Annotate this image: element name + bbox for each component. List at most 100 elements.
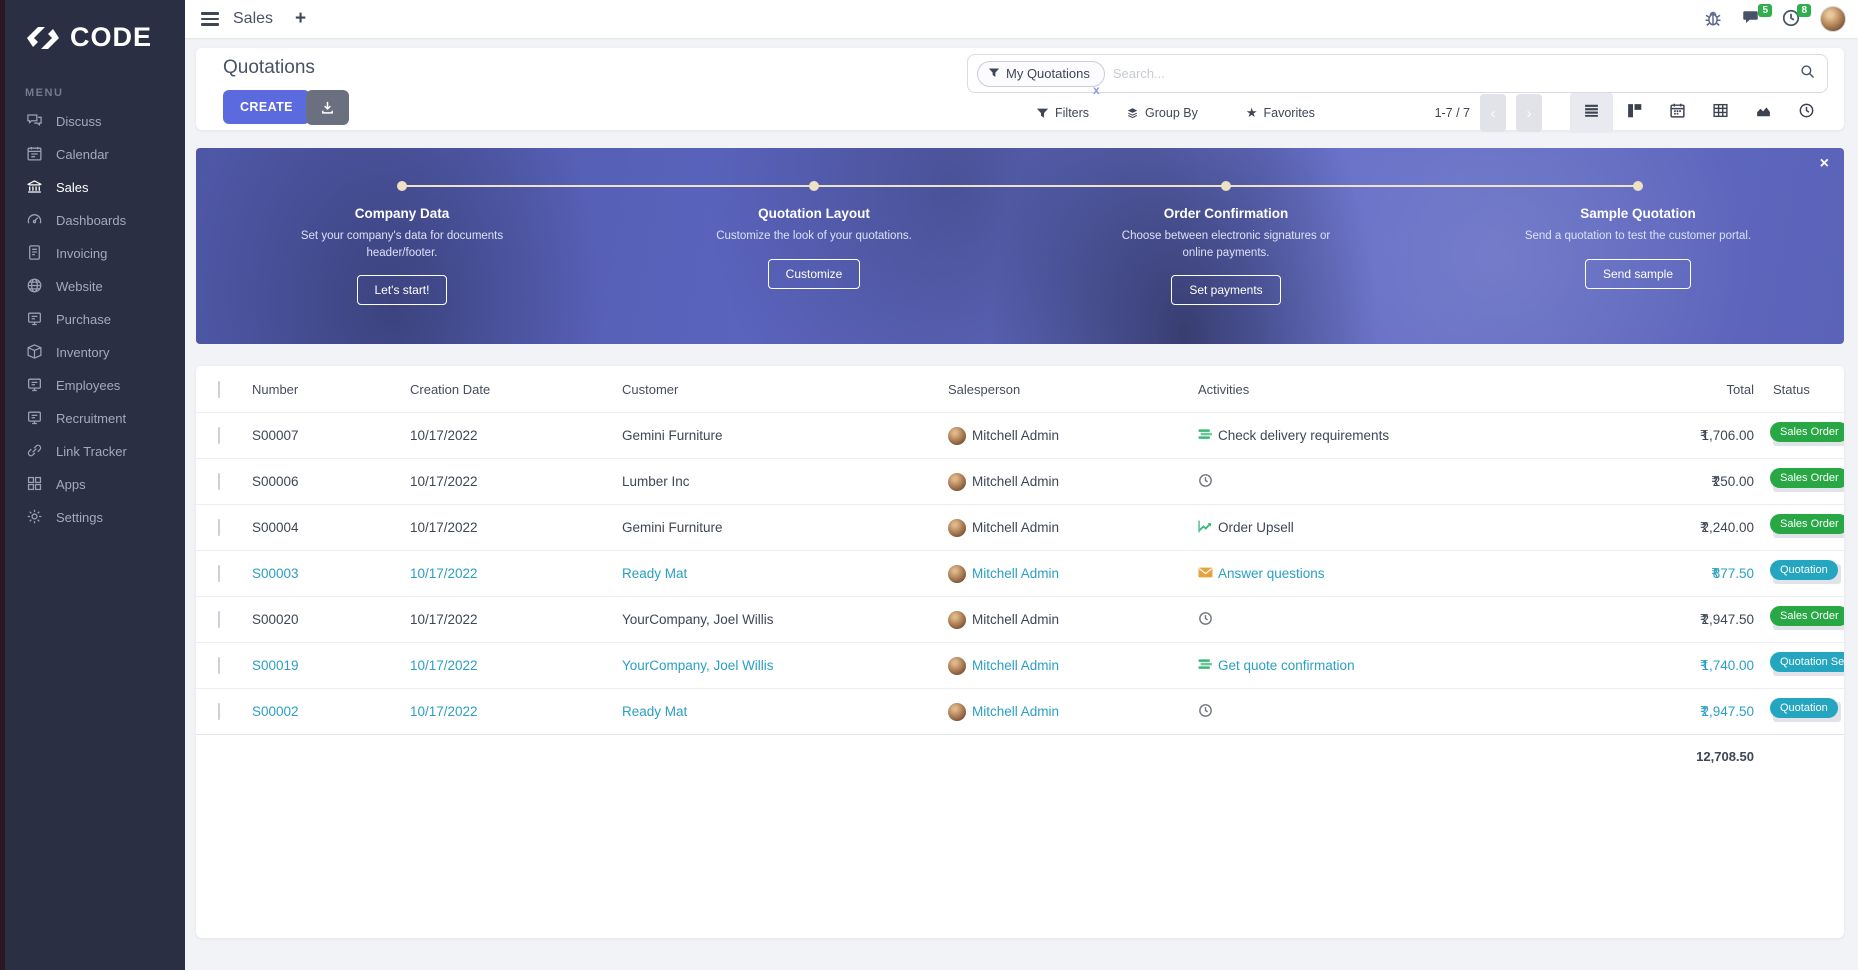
row-checkbox[interactable] (218, 473, 220, 490)
row-checkbox[interactable] (218, 427, 220, 444)
sidebar-item-website[interactable]: Website (5, 270, 185, 303)
export-button[interactable] (306, 90, 349, 125)
row-checkbox[interactable] (218, 519, 220, 536)
search-bar[interactable]: My Quotations x Search... (967, 54, 1828, 93)
sidebar-item-dashboards[interactable]: Dashboards (5, 204, 185, 237)
filter-funnel-icon (988, 67, 1000, 79)
messages-icon[interactable]: 5 (1742, 8, 1764, 30)
view-kanban-button[interactable] (1613, 93, 1656, 133)
salesperson-name: Mitchell Admin (972, 428, 1059, 443)
invoice-icon (26, 244, 43, 264)
sidebar-item-employees[interactable]: Employees (5, 369, 185, 402)
select-all-checkbox[interactable] (218, 381, 220, 398)
total-amount: ₹2,240.00 (1594, 520, 1754, 536)
control-panel-bottom: Filters Group By ★ Favorites 1-7 / 7 ‹ › (1036, 98, 1828, 128)
sidebar-item-recruitment[interactable]: Recruitment (5, 402, 185, 435)
timeline-dot (397, 181, 407, 191)
filters-button[interactable]: Filters (1036, 106, 1089, 120)
view-calendar-button[interactable] (1656, 93, 1699, 133)
view-activity-button[interactable] (1785, 93, 1828, 133)
row-checkbox[interactable] (218, 657, 220, 674)
table-footer-row: 12,708.50 (196, 734, 1844, 778)
sidebar-item-label: Calendar (56, 147, 109, 162)
sidebar-item-invoicing[interactable]: Invoicing (5, 237, 185, 270)
row-checkbox[interactable] (218, 703, 220, 720)
create-button[interactable]: CREATE (223, 90, 310, 124)
activity-cell[interactable]: Check delivery requirements (1198, 427, 1594, 445)
column-header-number[interactable]: Number (252, 382, 410, 397)
favorites-button[interactable]: ★ Favorites (1246, 105, 1315, 121)
quotation-row-S00020[interactable]: S0002010/17/2022YourCompany, Joel Willis… (196, 596, 1844, 642)
sidebar-item-discuss[interactable]: Discuss (5, 105, 185, 138)
group-by-button[interactable]: Group By (1126, 106, 1198, 120)
activity-cell[interactable] (1198, 611, 1594, 629)
quotation-row-S00006[interactable]: S0000610/17/2022Lumber IncMitchell Admin… (196, 458, 1844, 504)
screen-icon (26, 376, 43, 396)
sidebar-item-calendar[interactable]: Calendar (5, 138, 185, 171)
sidebar-item-link-tracker[interactable]: Link Tracker (5, 435, 185, 468)
activity-cell[interactable] (1198, 703, 1594, 721)
step-action-button[interactable]: Let's start! (357, 275, 448, 305)
sidebar-item-label: Link Tracker (56, 444, 127, 459)
column-header-customer[interactable]: Customer (622, 382, 948, 397)
active-module-name[interactable]: Sales (233, 10, 273, 28)
customer-name: YourCompany, Joel Willis (622, 612, 948, 627)
sidebar-item-sales[interactable]: Sales (5, 171, 185, 204)
sidebar-item-label: Invoicing (56, 246, 107, 261)
search-icon[interactable] (1800, 64, 1815, 84)
pagination: 1-7 / 7 ‹ › (1435, 94, 1542, 132)
activities-clock-icon[interactable]: 8 (1781, 8, 1803, 30)
app-logo[interactable]: CODE (5, 0, 185, 53)
debug-bug-icon[interactable] (1703, 8, 1725, 30)
quotation-row-S00004[interactable]: S0000410/17/2022Gemini FurnitureMitchell… (196, 504, 1844, 550)
view-pivot-button[interactable] (1699, 93, 1742, 133)
quotation-number: S00007 (252, 428, 410, 443)
pivot-view-icon (1712, 102, 1729, 124)
column-header-salesperson[interactable]: Salesperson (948, 382, 1198, 397)
sidebar-item-apps[interactable]: Apps (5, 468, 185, 501)
clock-icon (1198, 611, 1213, 629)
column-header-activities[interactable]: Activities (1198, 382, 1594, 397)
sidebar-item-purchase[interactable]: Purchase (5, 303, 185, 336)
timeline-dot (1221, 181, 1231, 191)
column-header-status[interactable]: Status (1773, 382, 1810, 397)
step-action-button[interactable]: Set payments (1171, 275, 1280, 305)
column-header-creation-date[interactable]: Creation Date (410, 382, 622, 397)
step-action-button[interactable]: Send sample (1585, 259, 1691, 289)
view-graph-button[interactable] (1742, 93, 1785, 133)
row-checkbox[interactable] (218, 611, 220, 628)
creation-date: 10/17/2022 (410, 520, 622, 535)
activity-label: Check delivery requirements (1218, 428, 1389, 443)
user-avatar[interactable] (1820, 6, 1846, 32)
pagination-prev-button[interactable]: ‹ (1480, 94, 1506, 132)
sidebar-item-settings[interactable]: Settings (5, 501, 185, 534)
activity-cell[interactable]: Answer questions (1198, 565, 1594, 583)
pagination-next-button[interactable]: › (1516, 94, 1542, 132)
status-badge: Quotation Sent (1770, 652, 1844, 672)
facet-remove-icon[interactable]: x (1093, 83, 1100, 97)
calendar-view-icon (1669, 102, 1686, 124)
sidebar-item-inventory[interactable]: Inventory (5, 336, 185, 369)
salesperson-avatar (948, 703, 966, 721)
activity-cell[interactable]: Order Upsell (1198, 519, 1594, 537)
view-list-button[interactable] (1570, 93, 1613, 133)
quotation-number: S00020 (252, 612, 410, 627)
logo-text: CODE (70, 22, 152, 53)
step-action-button[interactable]: Customize (768, 259, 861, 289)
hamburger-menu-icon[interactable] (201, 9, 219, 29)
main-content: Quotations CREATE My Quotations x Search… (185, 38, 1858, 970)
screen-icon (26, 409, 43, 429)
quotation-row-S00019[interactable]: S0001910/17/2022YourCompany, Joel Willis… (196, 642, 1844, 688)
column-header-total[interactable]: Total (1594, 382, 1754, 397)
pagination-range: 1-7 / 7 (1435, 106, 1470, 120)
search-facet-my-quotations[interactable]: My Quotations (977, 61, 1105, 87)
row-checkbox[interactable] (218, 565, 220, 582)
activity-cell[interactable]: Get quote confirmation (1198, 657, 1594, 675)
quotation-row-S00002[interactable]: S0000210/17/2022Ready MatMitchell Admin₹… (196, 688, 1844, 734)
activity-cell[interactable] (1198, 473, 1594, 491)
quotation-row-S00003[interactable]: S0000310/17/2022Ready MatMitchell AdminA… (196, 550, 1844, 596)
add-tab-button[interactable]: + (295, 8, 306, 30)
search-placeholder: Search... (1113, 66, 1165, 81)
quotation-row-S00007[interactable]: S0000710/17/2022Gemini FurnitureMitchell… (196, 412, 1844, 458)
onboarding-step-company-data: Company DataSet your company's data for … (196, 148, 608, 344)
